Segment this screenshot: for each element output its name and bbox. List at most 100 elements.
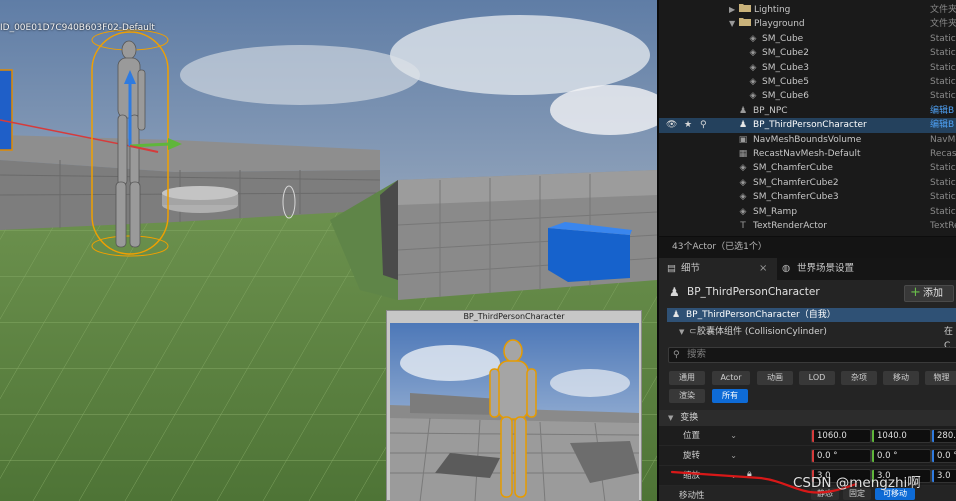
favorite-star-icon[interactable]: ★ xyxy=(684,118,692,132)
close-icon[interactable]: × xyxy=(759,258,767,280)
outliner-item-type: 文件夹 xyxy=(930,5,956,15)
outliner-item-type[interactable]: 编辑B xyxy=(930,118,954,132)
static-mesh-icon: ◈ xyxy=(739,192,747,203)
filter-general[interactable]: 通用 xyxy=(669,371,705,385)
static-mesh-icon: ◈ xyxy=(749,62,757,73)
outliner-row-bp-npc[interactable]: ♟ BP_NPC 编辑B xyxy=(659,104,956,118)
outliner-item-type: StaticM xyxy=(930,77,956,87)
location-x-value: 1060.0 xyxy=(817,431,847,441)
outliner-item-label: SM_Cube6 xyxy=(762,91,809,102)
details-tabbar: ▤ 细节 × ◍ 世界场景设置 xyxy=(659,258,956,280)
outliner-row-sm-chamfercube2[interactable]: ◈ SM_ChamferCube2 StaticM xyxy=(659,176,956,190)
transform-section-header[interactable]: ▼ 变换 xyxy=(659,410,956,426)
outliner-item-type: StaticM xyxy=(930,91,956,102)
location-z-value: 280.0 xyxy=(937,431,956,441)
outliner-item-label: BP_ThirdPersonCharacter xyxy=(753,120,867,131)
rotation-dropdown[interactable]: 旋转 ⌄ xyxy=(679,449,739,463)
pawn-icon: ♟ xyxy=(738,105,748,116)
location-x-field[interactable]: 1060.0 xyxy=(811,429,871,443)
rotation-x-field[interactable]: 0.0 ° xyxy=(811,449,871,463)
chevron-down-icon: ⌄ xyxy=(730,431,737,440)
actor-name: BP_ThirdPersonCharacter xyxy=(687,286,820,298)
filter-misc[interactable]: 杂项 xyxy=(841,371,877,385)
expand-arrow-icon[interactable]: ▶ xyxy=(729,3,738,17)
outliner-item-type: NavMe xyxy=(930,134,956,145)
search-placeholder: 搜索 xyxy=(687,349,707,360)
filter-physics[interactable]: 物理 xyxy=(925,371,956,385)
actor-id-label: ID_00E01D7C940B603F02-Default xyxy=(0,23,155,33)
outliner-row-recastnavmesh[interactable]: ▦ RecastNavMesh-Default Recast xyxy=(659,147,956,161)
transform-section-title: 变换 xyxy=(680,413,699,423)
component-capsule-row[interactable]: ▼ ⊂ 胶囊体组件 (CollisionCylinder) xyxy=(667,325,956,339)
rotation-y-field[interactable]: 0.0 ° xyxy=(871,449,931,463)
static-mesh-icon: ◈ xyxy=(749,91,757,102)
add-component-button[interactable]: + 添加 xyxy=(904,285,954,302)
component-self-row[interactable]: ♟ BP_ThirdPersonCharacter（自我） xyxy=(667,308,956,322)
location-dropdown[interactable]: 位置 ⌄ xyxy=(679,429,739,443)
level-viewport[interactable]: ID_00E01D7C940B603F02-Default BP_ThirdPe… xyxy=(0,0,657,501)
add-component-label: 添加 xyxy=(923,288,943,299)
actor-header: ♟ BP_ThirdPersonCharacter + 添加 xyxy=(659,280,956,306)
chevron-down-icon: ⌄ xyxy=(730,451,737,460)
outliner-item-type[interactable]: 编辑B xyxy=(930,104,954,118)
outliner-item-label: Playground xyxy=(754,19,805,30)
outliner-row-sm-chamfercube3[interactable]: ◈ SM_ChamferCube3 StaticM xyxy=(659,190,956,204)
outliner-item-type: StaticM xyxy=(930,33,956,44)
outliner-item-label: SM_Cube2 xyxy=(762,48,809,59)
collapse-arrow-icon[interactable]: ▼ xyxy=(729,17,738,31)
outliner-row-sm-cube[interactable]: ◈ SM_Cube StaticM xyxy=(659,32,956,46)
visibility-eye-icon[interactable]: 👁 xyxy=(666,118,677,132)
rotation-z-value: 0.0 ° xyxy=(937,451,956,461)
outliner-item-type: StaticM xyxy=(930,192,956,203)
location-y-field[interactable]: 1040.0 xyxy=(871,429,931,443)
outliner-row-sm-cube5[interactable]: ◈ SM_Cube5 StaticM xyxy=(659,75,956,89)
outliner-row-sm-cube2[interactable]: ◈ SM_Cube2 StaticM xyxy=(659,46,956,60)
filter-movement[interactable]: 移动 xyxy=(883,371,919,385)
pawn-icon: ♟ xyxy=(672,310,681,320)
pin-icon[interactable]: ⚲ xyxy=(700,118,707,132)
rotation-z-field[interactable]: 0.0 ° xyxy=(931,449,956,463)
scale-z-value: 3.0 xyxy=(937,471,951,481)
outliner-row-sm-ramp[interactable]: ◈ SM_Ramp StaticM xyxy=(659,205,956,219)
details-search-input[interactable]: ⚲ 搜索 xyxy=(668,347,956,363)
outliner-row-sm-cube3[interactable]: ◈ SM_Cube3 StaticM xyxy=(659,61,956,75)
outliner-row-textrenderactor[interactable]: T TextRenderActor TextRe xyxy=(659,219,956,233)
filter-actor[interactable]: Actor xyxy=(712,371,750,385)
rotation-label: 旋转 xyxy=(683,451,701,461)
watermark: CSDN @mengzhi啊 xyxy=(793,475,921,491)
rotation-y-value: 0.0 ° xyxy=(877,451,898,461)
pawn-icon: ♟ xyxy=(669,285,680,299)
filter-lod[interactable]: LOD xyxy=(799,371,835,385)
navmesh-icon: ▦ xyxy=(738,149,748,159)
outliner-row-navmeshboundsvolume[interactable]: ▣ NavMeshBoundsVolume NavMe xyxy=(659,133,956,147)
outliner-row-lighting[interactable]: ▶ Lighting 文件夹 xyxy=(659,3,956,17)
filter-rendering[interactable]: 渲染 xyxy=(669,389,705,403)
outliner-row-bp-thirdpersoncharacter[interactable]: 👁 ★ ⚲ ♟ BP_ThirdPersonCharacter 编辑B xyxy=(659,118,956,133)
filter-animation[interactable]: 动画 xyxy=(757,371,793,385)
folder-icon xyxy=(739,3,751,17)
outliner-row-sm-cube6[interactable]: ◈ SM_Cube6 StaticM xyxy=(659,89,956,103)
filter-all[interactable]: 所有 xyxy=(712,389,748,403)
outliner-item-type: StaticM xyxy=(930,177,956,188)
outliner-item-label: SM_Cube5 xyxy=(762,77,809,87)
tab-details-label: 细节 xyxy=(681,263,701,274)
scale-z-field[interactable]: 3.0 xyxy=(931,469,956,483)
outliner-item-label: SM_ChamferCube2 xyxy=(753,177,839,188)
camera-preview-title: BP_ThirdPersonCharacter xyxy=(463,312,565,321)
plus-icon: + xyxy=(910,285,921,300)
outliner-row-playground[interactable]: ▼ Playground 文件夹 xyxy=(659,17,956,31)
collapse-arrow-icon[interactable]: ▼ xyxy=(679,325,684,339)
outliner-item-type: StaticM xyxy=(930,206,956,217)
world-outliner[interactable]: ▶ Lighting 文件夹 ▼ Playground 文件夹 ◈ SM_Cub… xyxy=(657,0,956,236)
pawn-icon: ♟ xyxy=(738,120,748,131)
outliner-item-label: BP_NPC xyxy=(753,105,788,116)
tab-world-settings[interactable]: ◍ 世界场景设置 xyxy=(779,258,889,280)
outliner-row-sm-chamfercube[interactable]: ◈ SM_ChamferCube StaticM xyxy=(659,161,956,175)
location-z-field[interactable]: 280.0 xyxy=(931,429,956,443)
outliner-item-label: TextRenderActor xyxy=(753,221,827,231)
collapse-arrow-icon[interactable]: ▼ xyxy=(668,414,673,422)
tab-details[interactable]: ▤ 细节 × xyxy=(659,258,777,280)
outliner-status: 43个Actor（已选1个） xyxy=(657,236,956,258)
outliner-item-label: Lighting xyxy=(754,5,791,15)
outliner-item-label: SM_Cube xyxy=(762,33,804,44)
